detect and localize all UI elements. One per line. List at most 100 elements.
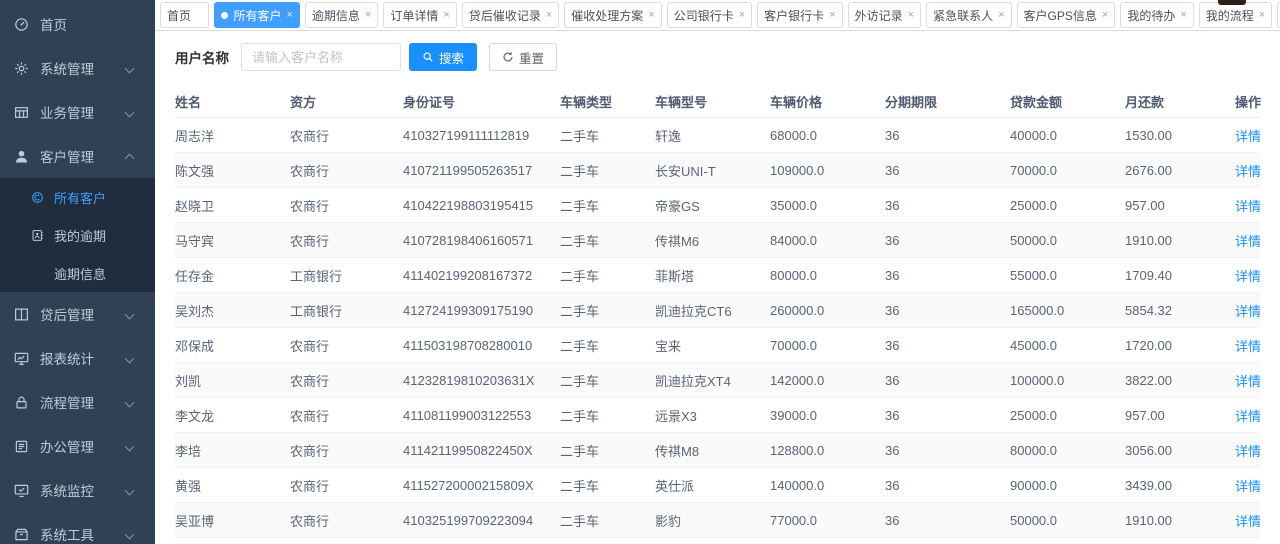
sidebar-item[interactable]: 系统监控 (0, 468, 155, 512)
cell-monthly: 1709.40 (1125, 268, 1235, 283)
table-header: 姓名资方身份证号车辆类型车辆型号车辆价格分期期限贷款金额月还款操作 (175, 85, 1260, 118)
detail-link[interactable]: 详情 (1235, 199, 1261, 214)
search-button[interactable]: 搜索 (409, 43, 477, 71)
close-icon[interactable]: × (739, 10, 745, 21)
detail-link[interactable]: 详情 (1235, 129, 1261, 144)
sidebar-item-label: 报表统计 (40, 348, 94, 368)
tab-label: 首页 (167, 7, 191, 24)
table-row: 赵晓卫 农商行 410422198803195415 二手车 帝豪GS 3500… (175, 188, 1260, 223)
tab[interactable]: 我的流程 × (1199, 2, 1272, 28)
sidebar-item[interactable]: 系统工具 (0, 512, 155, 544)
cell-monthly: 1720.00 (1125, 338, 1235, 353)
cell-funder: 农商行 (290, 476, 403, 495)
close-icon[interactable]: × (443, 10, 449, 21)
sidebar-item[interactable]: 报表统计 (0, 336, 155, 380)
table-row: 刘凯 农商行 41232819810203631X 二手车 凯迪拉克XT4 14… (175, 363, 1260, 398)
tab[interactable]: 紧急联系人 × (926, 2, 1011, 28)
chevron-up-icon (125, 153, 135, 163)
detail-link[interactable]: 详情 (1235, 304, 1261, 319)
app-root: 首页 系统管理 业务管理 客户管理 所有客户 我的逾期 逾期信息 贷后管理 报表… (0, 0, 1280, 544)
cell-loan: 25000.0 (1010, 408, 1125, 423)
cell-loan: 70000.0 (1010, 163, 1125, 178)
cell-periods: 36 (885, 443, 1010, 458)
close-icon[interactable]: × (286, 10, 292, 21)
detail-link[interactable]: 详情 (1235, 164, 1261, 179)
cell-loan: 25000.0 (1010, 198, 1125, 213)
tab[interactable]: 贷后催收记录 × (462, 2, 559, 28)
tab[interactable]: 催收处理方案 × (564, 2, 661, 28)
cell-name: 邓保成 (175, 336, 290, 355)
cell-action: 详情 (1235, 266, 1261, 285)
cell-monthly: 1910.00 (1125, 513, 1235, 528)
close-icon[interactable]: × (998, 10, 1004, 21)
sidebar-subitem[interactable]: 逾期信息 (0, 254, 155, 292)
detail-link[interactable]: 详情 (1235, 234, 1261, 249)
cell-action: 详情 (1235, 301, 1261, 320)
sidebar-item[interactable]: 业务管理 (0, 90, 155, 134)
cell-loan: 50000.0 (1010, 233, 1125, 248)
detail-link[interactable]: 详情 (1235, 374, 1261, 389)
detail-link[interactable]: 详情 (1235, 479, 1261, 494)
cell-name: 黄强 (175, 476, 290, 495)
sidebar-item[interactable]: 流程管理 (0, 380, 155, 424)
cell-model: 宝来 (655, 336, 770, 355)
close-icon[interactable]: × (546, 10, 552, 21)
column-header: 贷款金额 (1010, 92, 1125, 111)
close-icon[interactable]: × (648, 10, 654, 21)
monitor-check-icon (14, 483, 29, 498)
sidebar-subitem[interactable]: 所有客户 (0, 178, 155, 216)
tab[interactable]: 公司银行卡 × (667, 2, 752, 28)
cell-monthly: 957.00 (1125, 408, 1235, 423)
cell-loan: 100000.0 (1010, 373, 1125, 388)
detail-link[interactable]: 详情 (1235, 269, 1261, 284)
avatar[interactable] (1218, 0, 1246, 5)
cell-loan: 50000.0 (1010, 513, 1125, 528)
close-icon[interactable]: × (365, 10, 371, 21)
close-icon[interactable]: × (1180, 10, 1186, 21)
reset-button[interactable]: 重置 (489, 43, 557, 71)
detail-link[interactable]: 详情 (1235, 339, 1261, 354)
cell-price: 77000.0 (770, 513, 885, 528)
cell-price: 84000.0 (770, 233, 885, 248)
table-row: 任存金 工商银行 411402199208167372 二手车 菲斯塔 8000… (175, 258, 1260, 293)
cell-model: 轩逸 (655, 126, 770, 145)
close-icon[interactable]: × (829, 10, 835, 21)
cell-vehicle-type: 二手车 (560, 301, 655, 320)
cell-vehicle-type: 二手车 (560, 476, 655, 495)
tab[interactable]: 所有客户 × (214, 2, 299, 28)
sidebar-item[interactable]: 客户管理 (0, 134, 155, 178)
tab[interactable]: 首页 × (160, 2, 209, 28)
tab[interactable]: 订单详情 × (383, 2, 456, 28)
tab-label: 我的流程 (1206, 7, 1254, 24)
tab[interactable]: 逾期信息 × (305, 2, 378, 28)
close-icon[interactable]: × (1102, 10, 1108, 21)
tab[interactable]: 客户GPS信息 × (1017, 2, 1116, 28)
active-tab-dot (221, 12, 228, 19)
tab[interactable]: 我的待办 × (1120, 2, 1193, 28)
cell-name: 陈文强 (175, 161, 290, 180)
search-icon (422, 51, 434, 63)
tab[interactable]: 客户银行卡 × (757, 2, 842, 28)
sidebar-item-label: 流程管理 (40, 392, 94, 412)
cell-loan: 55000.0 (1010, 268, 1125, 283)
cell-funder: 工商银行 (290, 301, 403, 320)
close-icon[interactable]: × (908, 10, 914, 21)
cell-model: 菲斯塔 (655, 266, 770, 285)
cell-periods: 36 (885, 478, 1010, 493)
sidebar-item[interactable]: 贷后管理 (0, 292, 155, 336)
close-icon[interactable]: × (1259, 10, 1265, 21)
detail-link[interactable]: 详情 (1235, 514, 1261, 529)
cell-id-number: 410422198803195415 (403, 198, 560, 213)
detail-link[interactable]: 详情 (1235, 444, 1261, 459)
table-row: 黄强 农商行 41152720000215809X 二手车 英仕派 140000… (175, 468, 1260, 503)
sidebar-item[interactable]: 办公管理 (0, 424, 155, 468)
detail-link[interactable]: 详情 (1235, 409, 1261, 424)
search-input[interactable] (241, 43, 401, 71)
cell-model: 影豹 (655, 511, 770, 530)
cell-funder: 农商行 (290, 406, 403, 425)
tab[interactable]: 外访记录 × (848, 2, 921, 28)
sidebar-item[interactable]: 首页 (0, 2, 155, 46)
sidebar-item[interactable]: 系统管理 (0, 46, 155, 90)
sidebar-subitem[interactable]: 我的逾期 (0, 216, 155, 254)
cell-model: 传祺M8 (655, 441, 770, 460)
